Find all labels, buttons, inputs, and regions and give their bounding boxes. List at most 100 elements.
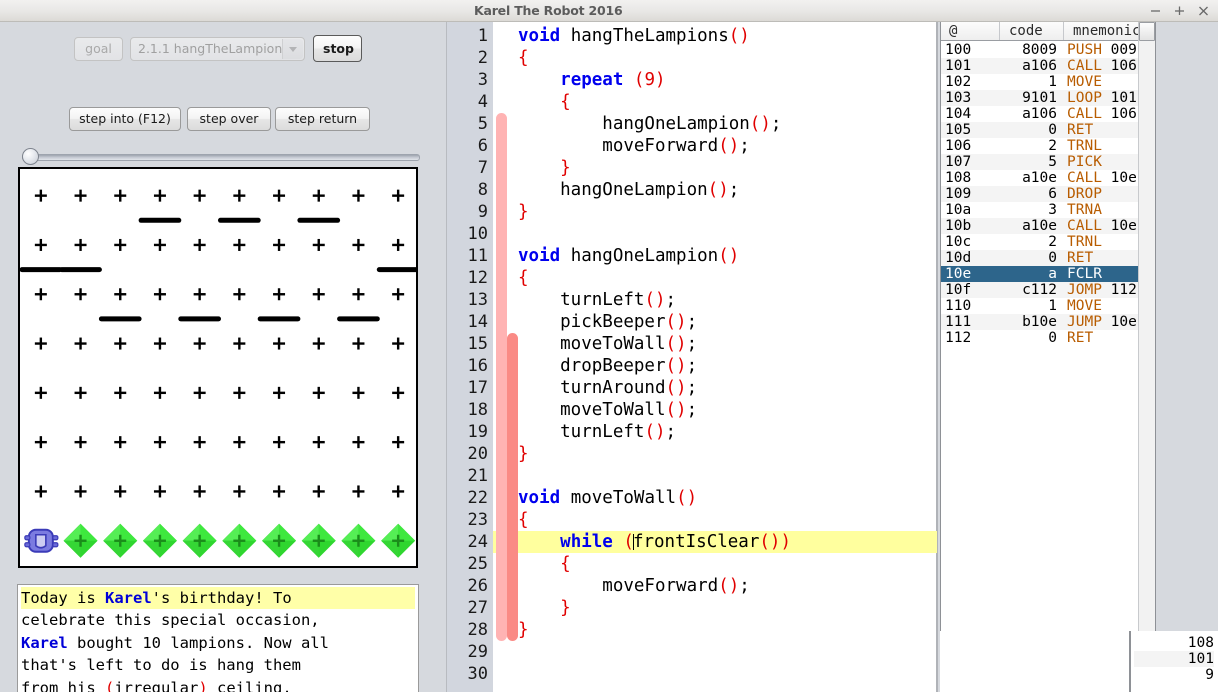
step-into-button[interactable]: step into (F12) (69, 107, 181, 131)
code-line[interactable]: pickBeeper(); (518, 311, 697, 333)
code-line[interactable]: } (518, 201, 529, 223)
story-line: that's left to do is hang them (21, 654, 415, 676)
bytecode-row[interactable]: 10a 3 TRNA (941, 202, 1155, 218)
code-line[interactable]: void hangOneLampion() (518, 245, 739, 267)
code-line[interactable]: { (518, 91, 571, 113)
code-text-area[interactable]: void hangTheLampions(){ repeat (9) { han… (493, 22, 937, 692)
code-line[interactable]: void hangTheLampions() (518, 25, 750, 47)
bytecode-row[interactable]: 10c 2 TRNL (941, 234, 1155, 250)
bytecode-opcode: RET (1067, 122, 1094, 138)
bytecode-row[interactable]: 101 a106 CALL 106 (941, 58, 1155, 74)
bytecode-operand: 10e (1101, 314, 1137, 330)
bytecode-address: 100 (945, 42, 972, 58)
line-number: 1 (477, 26, 488, 46)
code-line[interactable]: moveForward(); (518, 575, 750, 597)
code-token: void (518, 488, 561, 508)
code-line[interactable]: { (518, 553, 571, 575)
line-number: 22 (467, 488, 488, 508)
bytecode-row[interactable]: 10f c112 JOMP 112 (941, 282, 1155, 298)
bytecode-col-address: @ (949, 23, 958, 39)
bytecode-row[interactable]: 10b a10e CALL 10e (941, 218, 1155, 234)
speed-slider-thumb[interactable] (22, 148, 39, 165)
code-token: 9 (644, 70, 656, 90)
grid-marker (74, 386, 87, 399)
bytecode-col-code: code (1009, 23, 1043, 39)
story-text: ( (105, 678, 115, 692)
grid-marker (193, 485, 206, 498)
line-number: 29 (467, 642, 488, 662)
karel-world[interactable] (18, 167, 418, 568)
code-line[interactable]: } (518, 157, 571, 179)
bytecode-row[interactable]: 100 8009 PUSH 009 (941, 42, 1155, 58)
code-line[interactable]: turnAround(); (518, 377, 697, 399)
code-line[interactable]: { (518, 267, 529, 289)
grid-marker (74, 436, 87, 449)
bytecode-row[interactable]: 103 9101 LOOP 101 (941, 90, 1155, 106)
code-line[interactable]: moveForward(); (518, 135, 750, 157)
grid-marker (153, 189, 166, 202)
step-over-button[interactable]: step over (187, 107, 271, 131)
bytecode-row[interactable]: 10d 0 RET (941, 250, 1155, 266)
bytecode-row[interactable]: 109 6 DROP (941, 186, 1155, 202)
code-token: () (665, 356, 687, 376)
call-stack-panel: 108 101 9 (1130, 631, 1218, 692)
code-line[interactable]: { (518, 509, 529, 531)
code-line[interactable]: void moveToWall() (518, 487, 697, 509)
code-editor[interactable]: 1 2 3 4 5 6 7 8 9 10 11 12 13 14 15 16 17 18 19 20 21 22 23 24 2… (446, 22, 938, 692)
grid-marker (312, 485, 325, 498)
lesson-select[interactable]: 2.1.1 hangTheLampions (130, 37, 305, 61)
speed-slider[interactable] (22, 148, 420, 166)
story-text: Today is (21, 589, 105, 607)
bytecode-row[interactable]: 102 1 MOVE (941, 74, 1155, 90)
code-line[interactable]: while (frontIsClear()) (518, 531, 791, 553)
line-number: 18 (467, 400, 488, 420)
maximize-button[interactable] (1173, 2, 1186, 18)
grid-marker (233, 436, 246, 449)
code-line[interactable]: { (518, 47, 529, 69)
bytecode-address: 104 (945, 106, 972, 122)
line-number: 13 (467, 290, 488, 310)
code-line[interactable]: dropBeeper(); (518, 355, 697, 377)
bytecode-row[interactable]: 112 0 RET (941, 330, 1155, 346)
bytecode-code: 6 (1048, 186, 1057, 202)
bytecode-row[interactable]: 111 b10e JUMP 10e (941, 314, 1155, 330)
story-line: from his (irregular) ceiling. (21, 677, 415, 692)
grid-marker (233, 288, 246, 301)
story-text: ceiling. (207, 678, 292, 692)
code-line[interactable]: } (518, 597, 571, 619)
bytecode-scrollbar[interactable] (1138, 22, 1155, 631)
bytecode-scrollbar-thumb[interactable] (1139, 22, 1155, 41)
code-line[interactable]: moveToWall(); (518, 333, 697, 355)
code-token: ; (686, 356, 698, 376)
bytecode-operand: 101 (1101, 90, 1137, 106)
code-line[interactable]: } (518, 443, 529, 465)
minimize-button[interactable] (1149, 2, 1162, 18)
bytecode-mnemonic: MOVE (1067, 74, 1102, 90)
grid-marker (193, 238, 206, 251)
code-line[interactable]: hangOneLampion(); (518, 113, 781, 135)
bytecode-row[interactable]: 10e a FCLR (941, 266, 1155, 282)
bytecode-row[interactable]: 107 5 PICK (941, 154, 1155, 170)
close-button[interactable] (1197, 2, 1210, 18)
bytecode-row[interactable]: 108 a10e CALL 10e (941, 170, 1155, 186)
bytecode-row[interactable]: 104 a106 CALL 106 (941, 106, 1155, 122)
bytecode-row[interactable]: 105 0 RET (941, 122, 1155, 138)
bytecode-table[interactable]: @ code mnemonic 100 8009 PUSH 009 101 a106 CA… (940, 22, 1156, 632)
story-text: Karel (21, 633, 68, 652)
code-token: () (718, 136, 740, 156)
stop-button[interactable]: stop (313, 35, 362, 62)
code-line[interactable]: hangOneLampion(); (518, 179, 739, 201)
step-return-button[interactable]: step return (275, 107, 370, 131)
code-line[interactable]: } (518, 619, 529, 641)
code-line[interactable]: moveToWall(); (518, 399, 697, 421)
code-token: ; (739, 136, 750, 156)
grid-marker (392, 436, 405, 449)
goal-button[interactable]: goal (74, 37, 123, 61)
code-line[interactable]: turnLeft(); (518, 421, 676, 443)
bytecode-row[interactable]: 106 2 TRNL (941, 138, 1155, 154)
bytecode-row[interactable]: 110 1 MOVE (941, 298, 1155, 314)
code-line[interactable]: turnLeft(); (518, 289, 676, 311)
code-line[interactable]: repeat (9) (518, 69, 665, 91)
code-token: ; (686, 400, 698, 420)
